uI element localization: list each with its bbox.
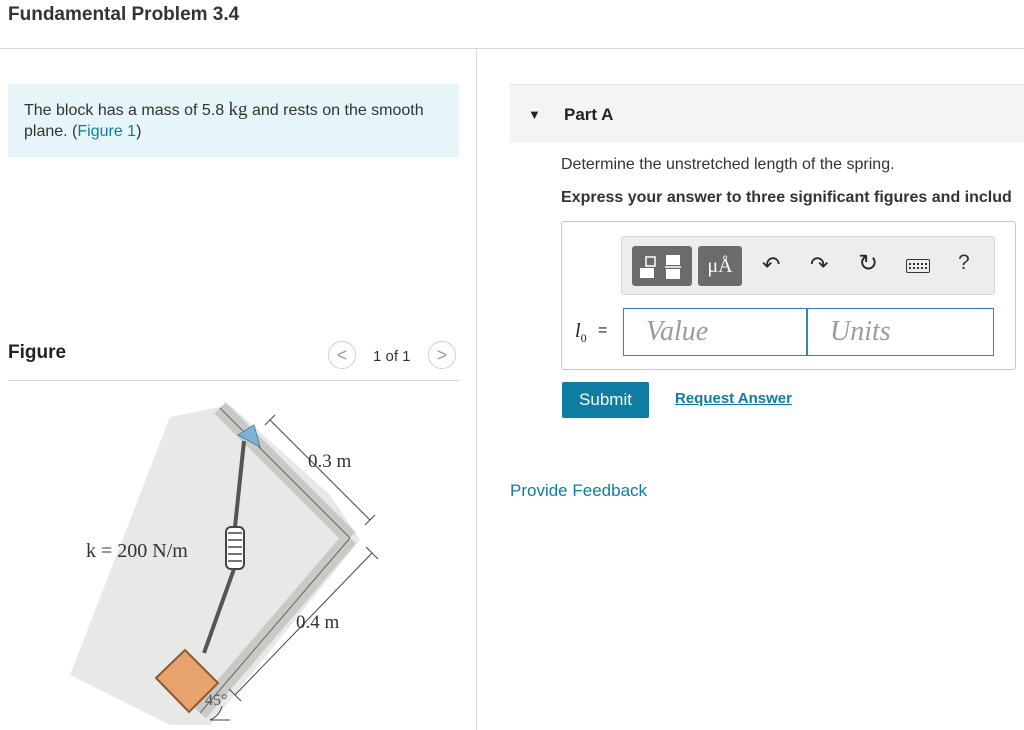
intro-text-end: ) bbox=[136, 123, 142, 140]
value-input[interactable]: Value bbox=[623, 308, 807, 356]
problem-figure: 0.3 m 0.4 m k = 200 N/m 45° bbox=[70, 402, 379, 725]
answer-variable: l0 bbox=[575, 320, 587, 346]
math-toolbar: μÅ ↶ ↷ ↻ ? bbox=[621, 236, 995, 295]
next-figure-button[interactable]: > bbox=[428, 341, 456, 369]
submit-button[interactable]: Submit bbox=[562, 382, 649, 418]
part-title: Part A bbox=[564, 105, 614, 124]
angle-label: 45° bbox=[205, 692, 227, 709]
dimension-top-label: 0.3 m bbox=[308, 451, 352, 472]
units-symbol-button[interactable]: μÅ bbox=[698, 246, 742, 286]
units-input[interactable]: Units bbox=[807, 308, 994, 356]
help-button[interactable]: ? bbox=[958, 251, 970, 275]
figure-link[interactable]: Figure 1 bbox=[77, 123, 136, 140]
provide-feedback-link[interactable]: Provide Feedback bbox=[510, 481, 647, 501]
collapse-caret-icon[interactable]: ▼ bbox=[528, 107, 541, 122]
mass-unit: kg bbox=[228, 99, 248, 120]
answer-instructions: Express your answer to three significant… bbox=[561, 189, 1012, 206]
undo-icon[interactable]: ↶ bbox=[762, 252, 780, 278]
part-a-header[interactable]: ▼ Part A bbox=[510, 84, 1024, 143]
intro-text: The block has a mass of 5.8 kg and rests… bbox=[24, 99, 449, 142]
keyboard-keys bbox=[909, 263, 927, 269]
intro-text-start: The block has a mass of 5.8 bbox=[24, 102, 229, 119]
templates-icon bbox=[640, 255, 681, 279]
dimension-bottom-label: 0.4 m bbox=[296, 612, 340, 633]
reset-icon[interactable]: ↻ bbox=[858, 249, 878, 278]
question-text: Determine the unstretched length of the … bbox=[561, 156, 895, 173]
keyboard-icon[interactable] bbox=[906, 259, 930, 273]
figure-label: Figure bbox=[8, 342, 67, 363]
column-divider bbox=[476, 48, 477, 730]
redo-icon[interactable]: ↷ bbox=[810, 252, 828, 278]
problem-title: Fundamental Problem 3.4 bbox=[8, 4, 240, 25]
templates-button[interactable] bbox=[632, 246, 692, 286]
equals-sign: = bbox=[598, 322, 608, 339]
problem-intro: The block has a mass of 5.8 kg and rests… bbox=[8, 84, 459, 157]
figure-header: Figure < 1 of 1 > bbox=[8, 338, 459, 381]
figure-page-count: 1 of 1 bbox=[373, 348, 411, 365]
answer-box: μÅ ↶ ↷ ↻ ? l0 = Value Units bbox=[561, 221, 1016, 370]
previous-figure-button[interactable]: < bbox=[328, 341, 356, 369]
header: Fundamental Problem 3.4 bbox=[0, 0, 1024, 49]
request-answer-link[interactable]: Request Answer bbox=[675, 390, 792, 407]
variable-subscript: 0 bbox=[580, 331, 587, 345]
spring-constant-label: k = 200 N/m bbox=[86, 540, 188, 562]
